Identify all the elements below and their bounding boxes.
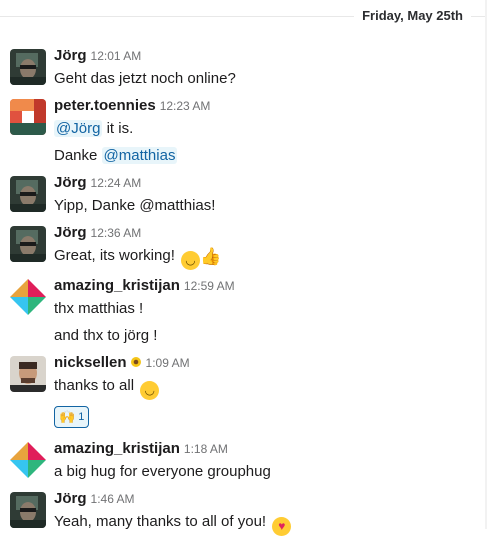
sunflower-status-icon bbox=[130, 357, 141, 367]
timestamp[interactable]: 1:46 AM bbox=[91, 492, 135, 506]
message: nicksellen 1:09 AM thanks to all ◡ 🙌 1 bbox=[0, 351, 487, 428]
raised-hands-icon: 🙌 bbox=[59, 409, 76, 424]
message-fragment: thanks to all bbox=[54, 377, 139, 394]
slightly-smiling-face-icon: ◡ bbox=[140, 381, 160, 400]
message: amazing_kristijan 12:59 AM thx matthias !… bbox=[0, 274, 487, 347]
timestamp[interactable]: 1:09 AM bbox=[146, 356, 190, 370]
author-name[interactable]: Jörg bbox=[54, 490, 87, 507]
thumbs-up-icon: 👍 bbox=[200, 247, 222, 266]
message-fragment: it is. bbox=[102, 120, 134, 137]
timestamp[interactable]: 12:59 AM bbox=[184, 279, 235, 293]
user-mention[interactable]: @Jörg bbox=[54, 120, 103, 137]
message-fragment: Danke bbox=[54, 147, 102, 164]
heart-eyes-icon: ♥ bbox=[272, 517, 292, 536]
message: Jörg 12:36 AM Great, its working! ◡ 👍 bbox=[0, 221, 487, 270]
avatar[interactable] bbox=[10, 356, 46, 392]
author-name[interactable]: Jörg bbox=[54, 174, 87, 191]
avatar[interactable] bbox=[10, 442, 46, 478]
author-name[interactable]: Jörg bbox=[54, 224, 87, 241]
message-text: thanks to all ◡ bbox=[54, 375, 487, 400]
message: Jörg 12:24 AM Yipp, Danke @matthias! bbox=[0, 171, 487, 217]
avatar[interactable] bbox=[10, 492, 46, 528]
message-feed: Jörg 12:01 AM Geht das jetzt noch online?… bbox=[0, 44, 487, 536]
reaction-pill[interactable]: 🙌 1 bbox=[54, 406, 90, 428]
timestamp[interactable]: 12:01 AM bbox=[91, 49, 142, 63]
user-mention[interactable]: @matthias bbox=[101, 147, 178, 164]
slightly-smiling-face-icon: ◡ bbox=[181, 251, 201, 270]
message-text: Yipp, Danke @matthias! bbox=[54, 197, 216, 214]
avatar[interactable] bbox=[10, 176, 46, 212]
timestamp[interactable]: 12:24 AM bbox=[91, 176, 142, 190]
message-fragment: Great, its working! bbox=[54, 247, 180, 264]
message: amazing_kristijan 1:18 AM a big hug for e… bbox=[0, 437, 487, 483]
author-name[interactable]: amazing_kristijan bbox=[54, 277, 180, 294]
message-text: Great, its working! ◡ 👍 bbox=[54, 245, 487, 270]
timestamp[interactable]: 1:18 AM bbox=[184, 442, 228, 456]
message: peter.toennies 12:23 AM @Jörg it is. Dank… bbox=[0, 94, 487, 167]
message-text: and thx to jörg ! bbox=[54, 327, 158, 344]
message: Jörg 12:01 AM Geht das jetzt noch online? bbox=[0, 44, 487, 90]
date-label[interactable]: Friday, May 25th bbox=[354, 6, 471, 26]
avatar[interactable] bbox=[10, 279, 46, 315]
timestamp[interactable]: 12:23 AM bbox=[160, 99, 211, 113]
author-name[interactable]: peter.toennies bbox=[54, 97, 156, 114]
message-text: Geht das jetzt noch online? bbox=[54, 70, 236, 87]
avatar[interactable] bbox=[10, 49, 46, 85]
message-text: a big hug for everyone grouphug bbox=[54, 463, 271, 480]
date-divider: Friday, May 25th bbox=[0, 0, 487, 32]
author-name[interactable]: amazing_kristijan bbox=[54, 440, 180, 457]
avatar[interactable] bbox=[10, 99, 46, 135]
chat-window: { "date_divider": "Friday, May 25th", "m… bbox=[0, 0, 487, 536]
timestamp[interactable]: 12:36 AM bbox=[91, 226, 142, 240]
message-text: @Jörg it is. bbox=[54, 118, 487, 140]
avatar[interactable] bbox=[10, 226, 46, 262]
message-text: Danke @matthias bbox=[54, 145, 487, 167]
author-name[interactable]: Jörg bbox=[54, 47, 87, 64]
reaction-count: 1 bbox=[78, 411, 85, 423]
message-text: thx matthias ! bbox=[54, 300, 144, 317]
author-name[interactable]: nicksellen bbox=[54, 354, 127, 371]
message-fragment: Yeah, many thanks to all of you! bbox=[54, 513, 271, 530]
message-text: Yeah, many thanks to all of you! ♥ bbox=[54, 511, 487, 536]
